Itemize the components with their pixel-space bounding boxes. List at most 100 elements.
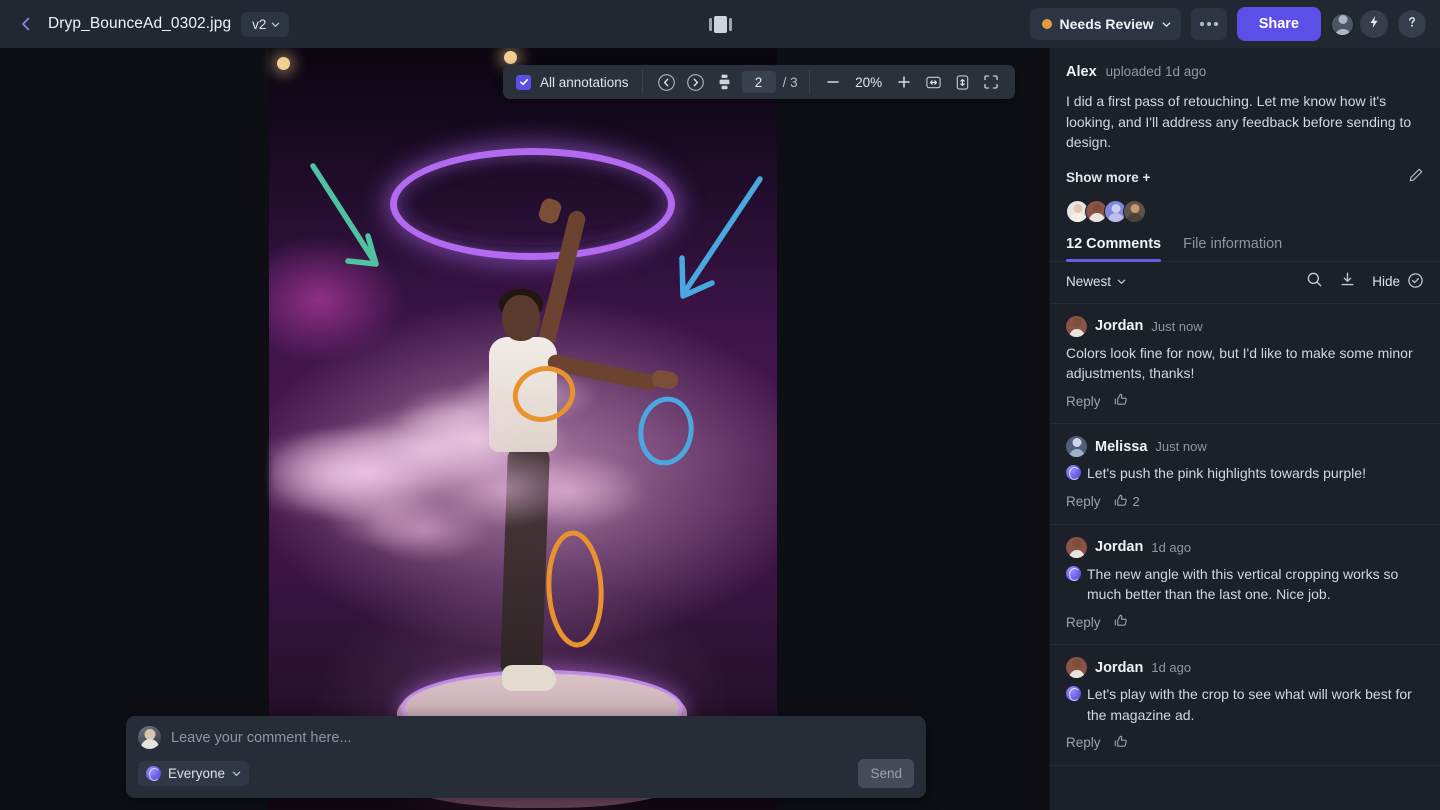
compare-view-icon[interactable]: [708, 15, 732, 33]
audience-label: Everyone: [168, 766, 226, 781]
comment-timestamp: Just now: [1155, 439, 1207, 455]
comment-body: Let's push the pink highlights towards p…: [1066, 463, 1424, 483]
fullscreen-icon: [983, 74, 999, 90]
comment-text: Let's push the pink highlights towards p…: [1087, 465, 1366, 482]
previous-page-button[interactable]: [652, 65, 681, 99]
chevron-down-icon: [1162, 20, 1171, 29]
check-circle-icon: [1407, 272, 1424, 292]
tab-comments[interactable]: 12 Comments: [1066, 236, 1162, 262]
activity-button[interactable]: [1360, 10, 1388, 38]
reply-button[interactable]: Reply: [1066, 394, 1101, 409]
avatar[interactable]: [1123, 199, 1146, 223]
like-button[interactable]: [1114, 392, 1133, 410]
comment-body: Let's play with the crop to see what wil…: [1066, 684, 1424, 725]
comment-item[interactable]: Jordan Just now Colors look fine for now…: [1050, 304, 1440, 425]
download-comments-button[interactable]: [1339, 271, 1356, 293]
hide-label: Hide: [1372, 274, 1400, 290]
page-list-icon: [719, 74, 730, 90]
status-badge[interactable]: Needs Review: [1029, 8, 1181, 40]
comment-input[interactable]: Leave your comment here...: [171, 730, 352, 746]
comment-actions: Reply 2: [1066, 493, 1424, 511]
thumbs-up-icon: [1114, 493, 1129, 511]
composer-input-row: Leave your comment here...: [138, 726, 914, 749]
thumbs-up-icon: [1114, 392, 1129, 410]
comment-header: Jordan 1d ago: [1066, 657, 1424, 679]
file-name-title: Dryp_BounceAd_0302.jpg: [48, 15, 232, 32]
viewer-toolbar: All annotations 2 / 3 20%: [503, 65, 1015, 99]
avatar[interactable]: [1066, 436, 1087, 458]
zoom-level-label[interactable]: 20%: [848, 75, 890, 90]
zoom-in-button[interactable]: [890, 65, 919, 99]
comments-toolbar-actions: Hide: [1306, 271, 1424, 293]
like-button[interactable]: 2: [1114, 493, 1140, 511]
reply-button[interactable]: Reply: [1066, 735, 1101, 750]
page-number-input[interactable]: 2: [741, 71, 776, 93]
edit-description-button[interactable]: [1408, 167, 1424, 188]
chevron-left-circle-icon: [657, 73, 676, 92]
like-button[interactable]: [1114, 734, 1133, 752]
asset-image: [269, 48, 777, 810]
fit-height-button[interactable]: [948, 65, 977, 99]
reply-button[interactable]: Reply: [1066, 615, 1101, 630]
avatar[interactable]: [1066, 536, 1087, 558]
annotation-pin-icon[interactable]: [1066, 465, 1081, 481]
dot: [1206, 22, 1211, 26]
zoom-out-button[interactable]: [819, 65, 848, 99]
annotations-group: All annotations: [503, 65, 642, 99]
more-options-button[interactable]: [1190, 8, 1227, 40]
comment-actions: Reply: [1066, 613, 1424, 631]
back-button[interactable]: [14, 12, 38, 36]
send-button[interactable]: Send: [858, 759, 914, 788]
comment-timestamp: 1d ago: [1151, 539, 1192, 555]
comment-author: Jordan: [1095, 539, 1144, 556]
next-page-button[interactable]: [681, 65, 710, 99]
question-mark-icon: [1405, 15, 1419, 34]
chevron-down-icon: [271, 20, 280, 29]
avatar[interactable]: [1066, 315, 1087, 337]
reply-button[interactable]: Reply: [1066, 494, 1101, 509]
audience-selector[interactable]: Everyone: [138, 761, 250, 786]
current-user-avatar: [138, 726, 161, 749]
help-button[interactable]: [1398, 10, 1426, 38]
app-header: Dryp_BounceAd_0302.jpg v2 Needs Review S…: [0, 0, 1440, 48]
comment-composer[interactable]: Leave your comment here... Everyone Send: [126, 716, 926, 798]
comment-author: Jordan: [1095, 318, 1144, 335]
comment-item[interactable]: Jordan 1d ago The new angle with this ve…: [1050, 525, 1440, 646]
all-annotations-toggle[interactable]: All annotations: [512, 74, 633, 90]
page-thumbnails-button[interactable]: [710, 65, 739, 99]
version-selector[interactable]: v2: [241, 11, 290, 37]
share-button[interactable]: Share: [1236, 7, 1321, 41]
tab-file-information[interactable]: File information: [1183, 236, 1282, 261]
chevron-right-circle-icon: [686, 73, 705, 92]
comment-header: Jordan 1d ago: [1066, 536, 1424, 558]
search-comments-button[interactable]: [1306, 271, 1323, 293]
annotation-pin-icon[interactable]: [1066, 565, 1081, 581]
checkbox-icon[interactable]: [516, 74, 531, 90]
comment-author: Jordan: [1095, 659, 1144, 676]
comment-header: Jordan Just now: [1066, 315, 1424, 337]
zoom-group: 20%: [810, 65, 1015, 99]
image-viewer[interactable]: All annotations 2 / 3 20% Leave your com…: [0, 48, 1049, 810]
dot: [1199, 22, 1204, 26]
comment-item[interactable]: Melissa Just now Let's push the pink hig…: [1050, 424, 1440, 525]
blue-arrow-annotation: [679, 176, 763, 299]
search-icon: [1306, 271, 1323, 293]
sort-selector[interactable]: Newest: [1066, 274, 1126, 289]
account-button[interactable]: [1331, 12, 1354, 36]
like-button[interactable]: [1114, 613, 1133, 631]
fit-width-button[interactable]: [919, 65, 948, 99]
thumbs-up-icon: [1114, 734, 1129, 752]
show-more-button[interactable]: Show more +: [1066, 170, 1150, 185]
version-label: v2: [252, 16, 267, 32]
dot: [1213, 22, 1218, 26]
fullscreen-button[interactable]: [977, 65, 1006, 99]
status-label: Needs Review: [1059, 16, 1154, 32]
pencil-edit-icon: [1408, 167, 1424, 188]
app-body: All annotations 2 / 3 20% Leave your com…: [0, 48, 1440, 810]
comment-item[interactable]: Jordan 1d ago Let's play with the crop t…: [1050, 645, 1440, 766]
description-header: Alex uploaded 1d ago: [1066, 64, 1424, 80]
hide-resolved-button[interactable]: Hide: [1372, 272, 1424, 292]
annotation-pin-icon[interactable]: [1066, 686, 1081, 702]
avatar[interactable]: [1066, 657, 1087, 679]
thumbs-up-icon: [1114, 613, 1129, 631]
